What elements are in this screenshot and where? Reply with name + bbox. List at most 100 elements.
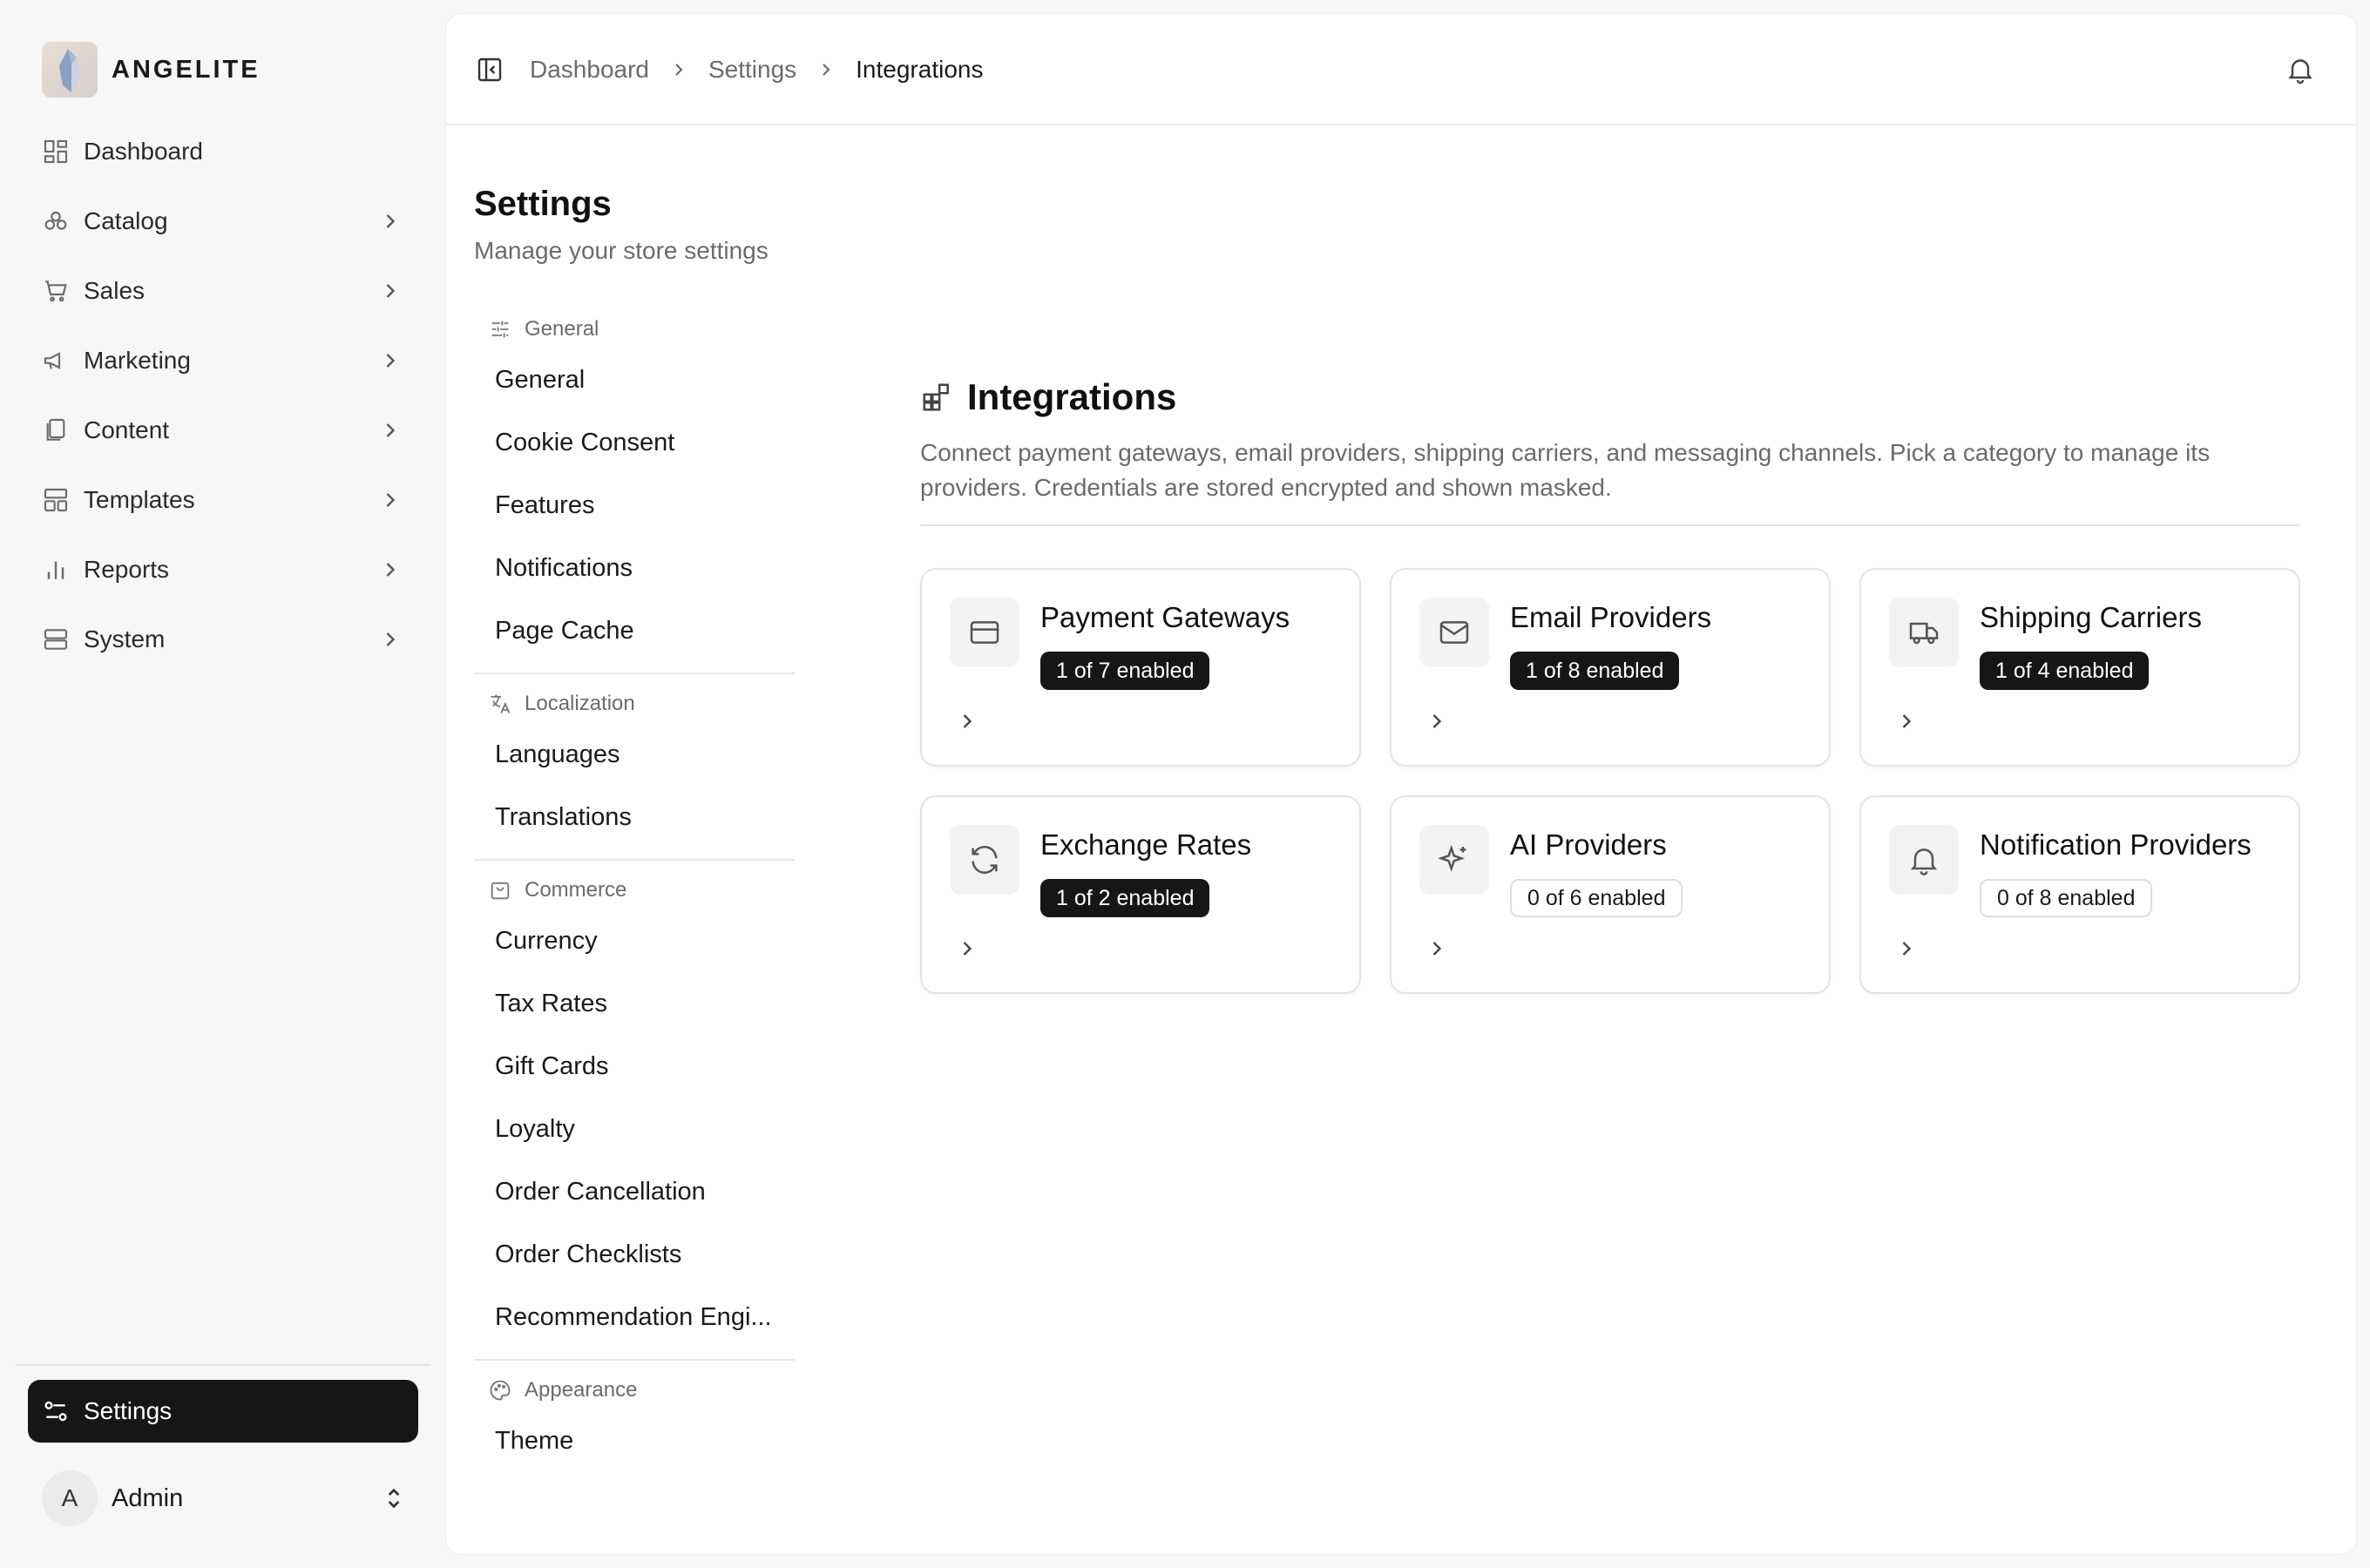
nav-item-marketing[interactable]: Marketing xyxy=(28,331,416,390)
nav-label: Reports xyxy=(84,556,170,583)
shopping-bag-icon xyxy=(491,882,510,900)
card-icon-box xyxy=(1889,598,1959,667)
chevron-right-icon xyxy=(963,714,972,728)
subnav-group-localization: Localization xyxy=(474,685,795,723)
subnav-item-order-checklists[interactable]: Order Checklists xyxy=(474,1223,795,1286)
page-title: Settings xyxy=(474,185,612,223)
user-name: Admin xyxy=(112,1484,184,1512)
topbar: Dashboard Settings Integrations xyxy=(446,14,2356,125)
truck-icon xyxy=(1909,622,1939,645)
card-title: Notification Providers xyxy=(1980,828,2252,861)
integrations-header: Integrations xyxy=(920,371,2300,423)
card-icon-box xyxy=(1419,598,1489,667)
section-divider xyxy=(920,524,2300,526)
card-title: Exchange Rates xyxy=(1040,828,1252,861)
nav-item-system[interactable]: System xyxy=(28,610,416,669)
nav-item-settings[interactable]: Settings xyxy=(28,1380,418,1443)
subnav-item-order-cancellation[interactable]: Order Cancellation xyxy=(474,1160,795,1223)
crystal-logo xyxy=(42,42,98,98)
subnav-divider xyxy=(474,672,795,674)
card-title: Payment Gateways xyxy=(1040,601,1290,633)
chevron-right-icon xyxy=(386,493,396,507)
nav-label: Sales xyxy=(84,277,146,304)
bell-icon xyxy=(1911,848,1937,875)
nav-item-content[interactable]: Content xyxy=(28,401,416,460)
chevron-right-icon xyxy=(386,563,396,577)
mail-icon xyxy=(1439,621,1469,644)
brand[interactable]: ANGELITE xyxy=(42,42,261,98)
card-title: Email Providers xyxy=(1510,601,1712,633)
card-icon-box xyxy=(1889,825,1959,895)
breadcrumb-current: Integrations xyxy=(856,56,984,83)
nav-item-templates[interactable]: Templates xyxy=(28,470,416,530)
integrations-title: Integrations xyxy=(967,376,1177,417)
page-subtitle: Manage your store settings xyxy=(474,237,769,264)
chevron-right-icon xyxy=(1432,714,1442,728)
user-menu[interactable]: A Admin xyxy=(42,1470,408,1526)
main-panel: Dashboard Settings Integrations Settings… xyxy=(446,14,2356,1554)
subnav-item-cookie-consent[interactable]: Cookie Consent xyxy=(474,411,795,474)
sidebar-toggle-icon[interactable] xyxy=(476,56,504,84)
server-icon xyxy=(44,629,68,650)
nav-label: System xyxy=(84,625,166,652)
sidebar-divider xyxy=(16,1364,430,1366)
chevron-right-icon xyxy=(386,284,396,298)
subnav-item-features[interactable]: Features xyxy=(474,474,795,537)
card-exchange-rates[interactable]: Exchange Rates 1 of 2 enabled xyxy=(920,795,1361,994)
subnav-group-commerce: Commerce xyxy=(474,871,795,909)
content-icon xyxy=(46,418,65,441)
subnav-item-gift-cards[interactable]: Gift Cards xyxy=(474,1035,795,1098)
subnav-group-label: Commerce xyxy=(525,878,627,902)
integrations-section: Integrations Connect payment gateways, e… xyxy=(920,371,2300,994)
sliders-icon xyxy=(491,321,509,338)
subnav-item-theme[interactable]: Theme xyxy=(474,1409,795,1472)
credit-card-icon xyxy=(970,621,999,644)
palette-icon xyxy=(490,1380,511,1401)
card-title: AI Providers xyxy=(1510,828,1667,861)
nav-item-dashboard[interactable]: Dashboard xyxy=(28,122,416,181)
nav-item-reports[interactable]: Reports xyxy=(28,540,416,599)
card-notification-providers[interactable]: Notification Providers 0 of 8 enabled xyxy=(1859,795,2300,994)
subnav-item-translations[interactable]: Translations xyxy=(474,786,795,848)
nav-item-sales[interactable]: Sales xyxy=(28,261,416,321)
notifications-bell-icon[interactable] xyxy=(2285,54,2316,85)
brand-name: ANGELITE xyxy=(112,55,261,84)
integrations-description: Connect payment gateways, email provider… xyxy=(920,439,2211,501)
nav-label: Dashboard xyxy=(84,138,203,165)
subnav-item-tax-rates[interactable]: Tax Rates xyxy=(474,972,795,1035)
card-shipping-carriers[interactable]: Shipping Carriers 1 of 4 enabled xyxy=(1859,568,2300,767)
subnav-item-recommendation-engine[interactable]: Recommendation Engi... xyxy=(474,1286,795,1348)
breadcrumb-dashboard[interactable]: Dashboard xyxy=(530,56,649,84)
card-icon-box xyxy=(1419,825,1489,895)
subnav-item-page-cache[interactable]: Page Cache xyxy=(474,599,795,662)
integration-cards: Payment Gateways 1 of 7 enabled Email Pr… xyxy=(920,568,2300,994)
templates-icon xyxy=(44,488,68,512)
main-nav: Dashboard Catalog Sales Marketing Conten… xyxy=(28,122,416,679)
chevron-right-icon xyxy=(675,64,683,76)
subnav-item-notifications[interactable]: Notifications xyxy=(474,537,795,599)
cart-icon xyxy=(45,280,67,302)
nav-label: Marketing xyxy=(84,347,191,374)
status-badge: 1 of 7 enabled xyxy=(1040,652,1210,690)
nav-label: Settings xyxy=(84,1397,173,1424)
card-ai-providers[interactable]: AI Providers 0 of 6 enabled xyxy=(1390,795,1831,994)
subnav-item-currency[interactable]: Currency xyxy=(474,909,795,972)
subnav-item-general[interactable]: General xyxy=(474,348,795,411)
breadcrumb: Dashboard Settings Integrations xyxy=(530,52,983,87)
status-badge: 1 of 2 enabled xyxy=(1040,879,1210,917)
chevron-right-icon xyxy=(1902,942,1912,956)
chevron-right-icon xyxy=(1902,714,1912,728)
card-payment-gateways[interactable]: Payment Gateways 1 of 7 enabled xyxy=(920,568,1361,767)
subnav-item-loyalty[interactable]: Loyalty xyxy=(474,1098,795,1160)
integrations-blocks-icon xyxy=(923,383,949,411)
nav-item-catalog[interactable]: Catalog xyxy=(28,192,416,251)
chevron-right-icon xyxy=(1432,942,1442,956)
card-email-providers[interactable]: Email Providers 1 of 8 enabled xyxy=(1390,568,1831,767)
subnav-item-languages[interactable]: Languages xyxy=(474,723,795,786)
breadcrumb-settings[interactable]: Settings xyxy=(708,56,796,84)
subnav-group-general: General xyxy=(474,310,795,348)
chevron-right-icon xyxy=(386,423,396,437)
status-badge: 0 of 8 enabled xyxy=(1980,879,2153,917)
chevron-up-down-icon xyxy=(388,1488,400,1509)
nav-label: Content xyxy=(84,416,170,443)
